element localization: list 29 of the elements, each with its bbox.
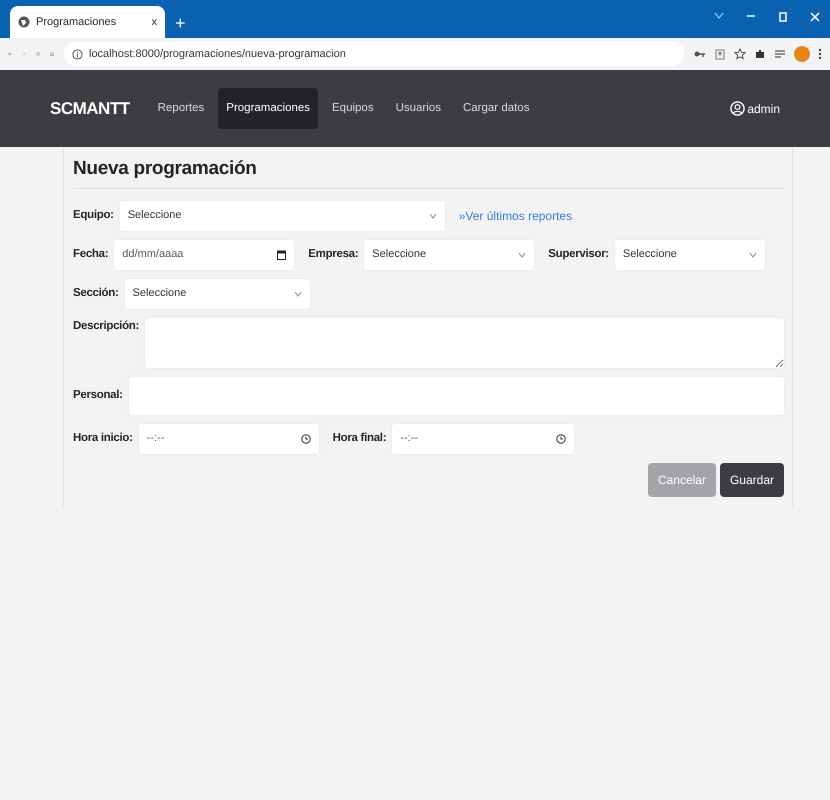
field-label: Descripción: — [73, 318, 140, 334]
tab-title[interactable]: Programaciones — [36, 14, 146, 30]
nav-link[interactable]: Equipos — [324, 88, 382, 130]
tab-close[interactable]: x — [152, 14, 157, 30]
field-label: Personal: — [73, 388, 123, 403]
nav-link[interactable]: Programaciones — [218, 88, 318, 130]
select-field[interactable]: Seleccione — [614, 240, 765, 270]
field-label: Hora final: — [332, 430, 386, 446]
new-tab-button[interactable]: + — [175, 14, 186, 32]
field-label: Equipo: — [73, 208, 114, 223]
field-label: Hora inicio: — [73, 430, 133, 446]
date-field[interactable]: dd/mm/aaaa — [114, 240, 294, 270]
select-field[interactable]: Seleccione — [364, 240, 534, 270]
page-title: Nueva programación — [73, 155, 784, 188]
user-menu[interactable]: admin — [747, 100, 780, 118]
nav-link[interactable]: Cargar datos — [454, 88, 538, 130]
field-label: Supervisor: — [548, 246, 609, 262]
field-label: Sección: — [73, 286, 119, 301]
field-label: Fecha: — [73, 246, 108, 262]
nav-link[interactable]: Usuarios — [388, 88, 449, 130]
time-field[interactable]: --:-- — [138, 424, 319, 454]
field-label: Empresa: — [308, 246, 358, 262]
select-field[interactable]: Seleccione — [124, 278, 310, 308]
reports-link[interactable]: »Ver últimos reportes — [458, 206, 572, 224]
nav-link[interactable]: Reportes — [150, 88, 212, 130]
save-button[interactable]: Guardar — [720, 462, 784, 496]
brand-logo[interactable]: SCMANTT — [50, 96, 130, 122]
select-field[interactable]: Seleccione — [120, 200, 445, 230]
time-field[interactable]: --:-- — [392, 424, 574, 454]
